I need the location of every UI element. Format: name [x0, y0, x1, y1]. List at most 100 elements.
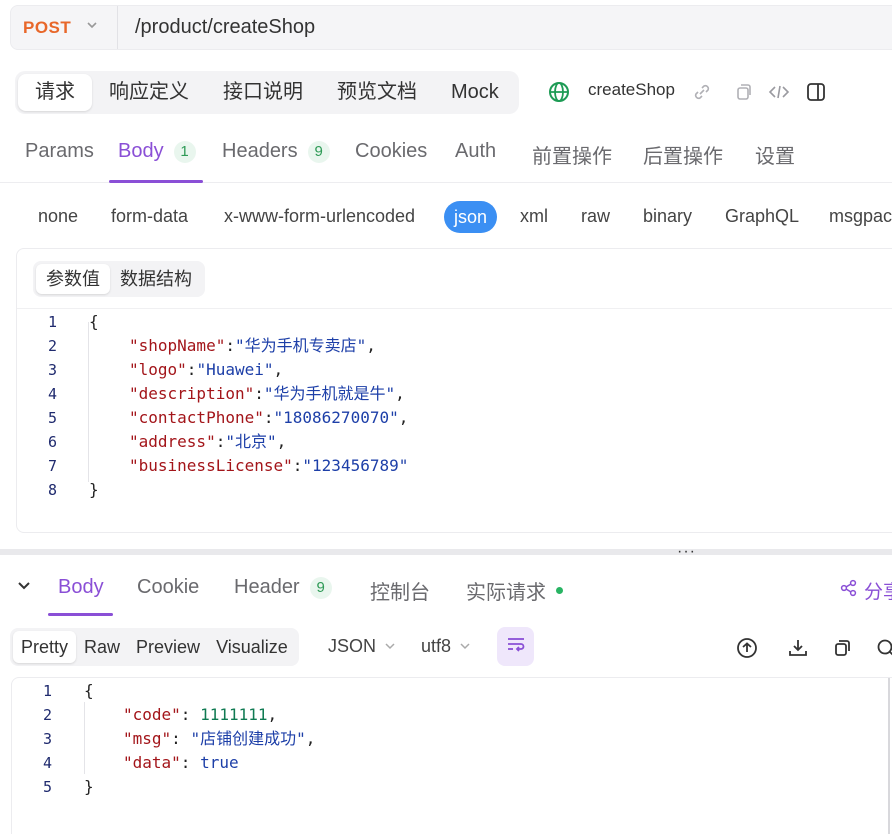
code-brace-open: { [89, 312, 99, 331]
code-brace-close: } [89, 480, 99, 499]
scrollbar[interactable] [888, 678, 890, 834]
line-number: 5 [47, 409, 57, 427]
tab-params[interactable]: Params [25, 140, 94, 163]
chevron-down-icon[interactable] [16, 578, 32, 599]
resp-tab-cookie[interactable]: Cookie [137, 576, 199, 599]
tab-cookies[interactable]: Cookies [355, 140, 427, 163]
json-value: 1111111 [200, 705, 268, 724]
response-lang-select[interactable]: JSON [328, 636, 396, 657]
tab-body[interactable]: Body 1 [118, 140, 196, 163]
line-number: 7 [47, 457, 57, 475]
json-key: "data" [123, 753, 181, 772]
copy-icon[interactable] [830, 636, 854, 660]
indent-guide [84, 702, 85, 774]
bodytype-form-data[interactable]: form-data [111, 206, 188, 227]
json-value: "华为手机就是牛" [263, 384, 396, 403]
line-number: 3 [42, 730, 52, 748]
upload-icon[interactable] [735, 636, 759, 660]
resp-tab-body-label: Body [58, 576, 104, 598]
line-number: 2 [42, 706, 52, 724]
tab-auth[interactable]: Auth [455, 140, 496, 163]
copy-icon[interactable] [731, 80, 755, 104]
subtab-data-structure[interactable]: 数据结构 [110, 264, 202, 294]
resp-tab-cookie-label: Cookie [137, 576, 200, 598]
format-preview[interactable]: Preview [128, 631, 208, 663]
search-icon[interactable] [874, 636, 892, 660]
bodytype-binary[interactable]: binary [643, 206, 692, 227]
panel-divider[interactable] [0, 549, 892, 555]
tab-pre-operations[interactable]: 前置操作 [532, 140, 612, 169]
bodytype-raw[interactable]: raw [581, 206, 610, 227]
resp-header-count-badge: 9 [309, 576, 332, 599]
chevron-down-icon [459, 636, 471, 657]
json-key: "code" [123, 705, 181, 724]
json-value: "店铺创建成功" [190, 729, 306, 748]
json-value: "18086270070" [273, 408, 399, 427]
tab-headers-label: Headers [222, 140, 298, 162]
resp-tab-actual-request[interactable]: 实际请求 [466, 576, 563, 605]
bodytype-xml[interactable]: xml [520, 206, 548, 227]
resize-handle[interactable]: ··· [677, 544, 696, 560]
share-label: 分享 [864, 582, 892, 603]
resp-tab-header-label: Header [234, 576, 300, 598]
tab-request[interactable]: 请求 [18, 74, 92, 111]
resp-tab-console[interactable]: 控制台 [370, 576, 430, 605]
line-number: 4 [42, 754, 52, 772]
line-number: 8 [47, 481, 57, 499]
tab-post-operations[interactable]: 后置操作 [643, 140, 723, 169]
chevron-down-icon [384, 636, 396, 657]
code-brace-open: { [84, 681, 94, 700]
line-number: 4 [47, 385, 57, 403]
tab-headers[interactable]: Headers 9 [222, 140, 330, 163]
resp-tab-body[interactable]: Body [58, 576, 104, 599]
link-icon[interactable] [690, 80, 714, 104]
bodytype-graphql[interactable]: GraphQL [725, 206, 799, 227]
json-comma: , [366, 336, 376, 355]
globe-icon[interactable] [548, 81, 570, 108]
bodytype-none[interactable]: none [38, 206, 78, 227]
line-number: 1 [42, 682, 52, 700]
tab-mock[interactable]: Mock [434, 74, 516, 111]
json-comma: , [395, 384, 405, 403]
bodytype-msgpack[interactable]: msgpack [829, 206, 892, 227]
active-tab-indicator [109, 180, 203, 183]
tab-response-definition[interactable]: 响应定义 [92, 74, 206, 111]
bodytype-urlencoded[interactable]: x-www-form-urlencoded [224, 206, 415, 227]
response-format-group: Pretty Raw Preview Visualize [10, 628, 299, 666]
method-divider [117, 6, 118, 49]
download-icon[interactable] [786, 636, 810, 660]
code-line: "businessLicense":"123456789" [129, 456, 409, 475]
format-visualize[interactable]: Visualize [208, 631, 296, 663]
status-dot [556, 587, 563, 594]
wrap-button[interactable] [497, 627, 534, 666]
json-key: "address" [129, 432, 216, 451]
json-comma: , [276, 432, 287, 451]
code-line: "code": 1111111, [123, 705, 278, 724]
bodytype-json[interactable]: json [444, 201, 498, 233]
tab-settings[interactable]: 设置 [755, 140, 795, 169]
json-comma: , [273, 360, 284, 379]
subtab-param-values[interactable]: 参数值 [36, 264, 110, 294]
response-encoding-select[interactable]: utf8 [421, 636, 471, 657]
format-pretty[interactable]: Pretty [13, 631, 77, 663]
json-key: "msg" [123, 729, 172, 748]
format-raw[interactable]: Raw [76, 631, 128, 663]
tab-preview-docs[interactable]: 预览文档 [320, 74, 434, 111]
tab-api-description[interactable]: 接口说明 [206, 74, 320, 111]
code-line: "shopName":"华为手机专卖店", [129, 336, 376, 355]
body-count-badge: 1 [173, 140, 196, 163]
method-select[interactable]: POST [23, 6, 99, 49]
share-button[interactable]: 分享 [840, 577, 892, 604]
share-icon [840, 579, 858, 603]
panel-icon[interactable] [804, 80, 828, 104]
url-bar: POST /product/createShop [10, 5, 892, 50]
url-input[interactable]: /product/createShop [135, 6, 315, 49]
line-number: 3 [47, 361, 57, 379]
code-line: "contactPhone":"18086270070", [129, 408, 409, 427]
resp-tab-console-label: 控制台 [370, 582, 430, 604]
json-comma: , [267, 705, 278, 724]
api-name[interactable]: createShop [588, 80, 675, 100]
resp-tab-header[interactable]: Header 9 [234, 576, 332, 599]
headers-count-badge: 9 [307, 140, 330, 163]
code-icon[interactable] [767, 80, 791, 104]
